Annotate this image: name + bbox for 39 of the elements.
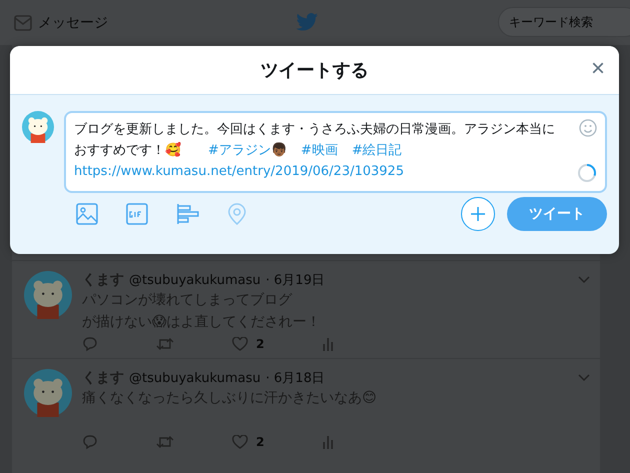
- bird-logo-icon[interactable]: [296, 13, 318, 31]
- close-button[interactable]: ×: [586, 58, 609, 80]
- add-tweet-button[interactable]: [461, 197, 495, 231]
- chevron-down-icon[interactable]: [578, 374, 590, 382]
- reply-icon[interactable]: [82, 434, 98, 450]
- analytics-icon[interactable]: [322, 337, 334, 351]
- plus-icon: [470, 206, 486, 222]
- reply-icon[interactable]: [82, 336, 98, 352]
- analytics-icon[interactable]: [322, 435, 334, 449]
- image-icon[interactable]: [76, 203, 98, 225]
- tweet-date: · 6月18日: [266, 370, 325, 387]
- heart-icon[interactable]: [232, 435, 248, 449]
- tweet-text-field[interactable]: ブログを更新しました。今回はくます・うさろふ夫婦の日常漫画。アラジン本当におすすめです！🥰 #アラジン👦🏾 #映画 #絵日記 https://www.kumasu.net/entry/2019/06/23/103925: [64, 111, 607, 193]
- smiley-icon[interactable]: [579, 119, 597, 137]
- url-link[interactable]: https://www.kumasu.net/entry/2019/06/23/103925: [74, 164, 404, 179]
- bear-avatar-icon: [24, 271, 72, 319]
- hashtag-link[interactable]: #映画: [300, 143, 338, 158]
- messages-label[interactable]: メッセージ: [38, 14, 108, 32]
- tweet-handle: @tsubuyakukumasu: [129, 371, 261, 386]
- keyword-search-field[interactable]: キーワード検索: [498, 7, 630, 37]
- like-count: 2: [256, 435, 264, 449]
- retweet-icon[interactable]: [156, 337, 174, 351]
- chevron-down-icon[interactable]: [578, 276, 590, 284]
- dialog-title: ツイートする: [260, 59, 368, 82]
- bear-avatar-icon: [22, 111, 54, 143]
- poll-icon[interactable]: [176, 203, 200, 225]
- hashtag-link[interactable]: #絵日記: [352, 143, 402, 158]
- retweet-icon[interactable]: [156, 435, 174, 449]
- like-count: 2: [256, 337, 264, 351]
- bear-avatar-icon: [24, 369, 72, 417]
- tweet-date: · 6月19日: [266, 272, 325, 289]
- location-pin-icon[interactable]: [228, 203, 246, 225]
- envelope-icon[interactable]: [14, 14, 32, 30]
- tweet-handle: @tsubuyakukumasu: [129, 273, 261, 288]
- tweet-draft-text: ブログを更新しました。今回はくます・うさろふ夫婦の日常漫画。アラジン本当におすすめです！🥰 #アラジン👦🏾 #映画 #絵日記 https://www.kumasu.net/entry/2019/06/23/103925: [74, 121, 556, 181]
- gif-icon[interactable]: [126, 203, 148, 225]
- tweet-button[interactable]: ツイート: [507, 197, 607, 231]
- hashtag-link[interactable]: #アラジン👦🏾: [208, 143, 287, 158]
- heart-icon[interactable]: [232, 337, 248, 351]
